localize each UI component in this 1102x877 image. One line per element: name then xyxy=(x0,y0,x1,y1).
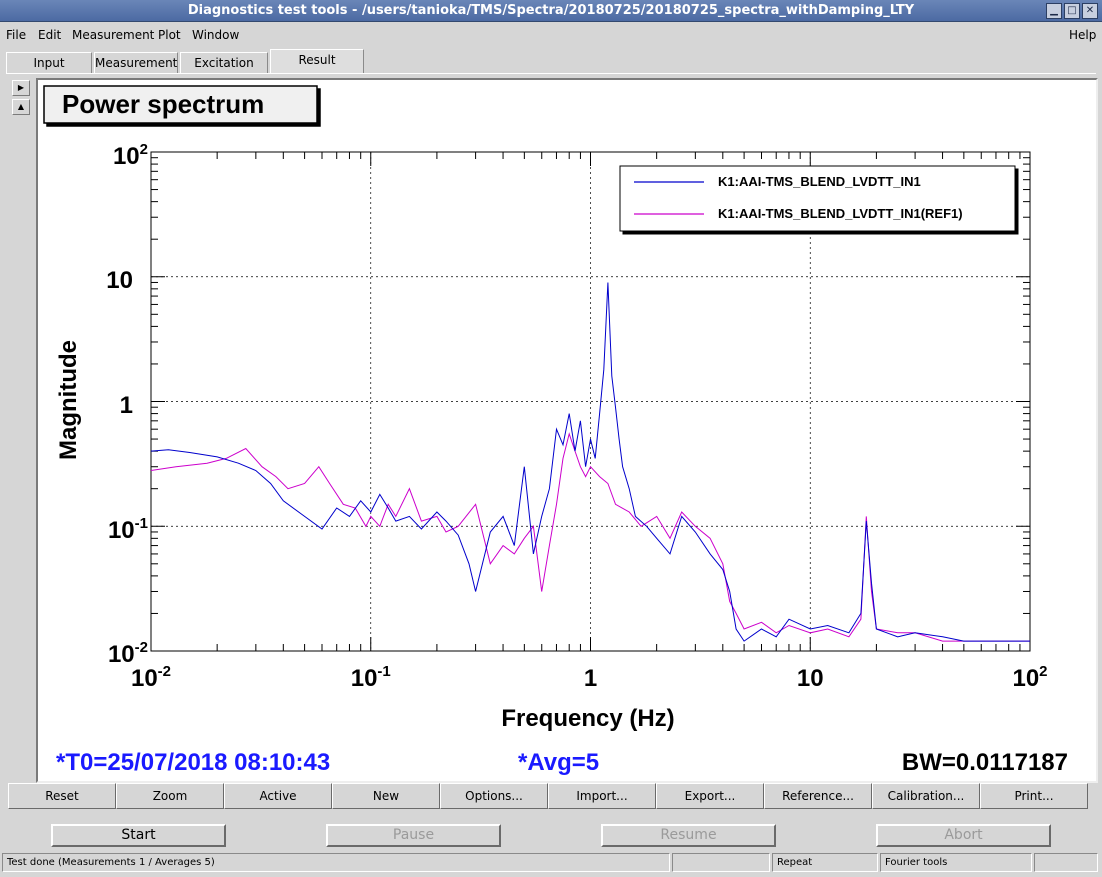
plot-toolbar: Reset Zoom Active New Options... Import.… xyxy=(8,783,1090,809)
menu-edit[interactable]: Edit xyxy=(38,28,61,42)
legend-label-lvdtt: K1:AAI-TMS_BLEND_LVDTT_IN1 xyxy=(718,174,921,189)
power-spectrum-plot: Power spectrum 10-2 10-1 1 10 102 102 10… xyxy=(43,85,1068,776)
tab-measurement[interactable]: Measurement xyxy=(94,52,178,73)
calibration-button[interactable]: Calibration... xyxy=(872,783,980,809)
menu-plot-label: Plot xyxy=(158,28,181,42)
menu-help[interactable]: Help xyxy=(1069,28,1096,42)
plot-canvas[interactable]: Power spectrum 10-2 10-1 1 10 102 102 10… xyxy=(36,78,1098,783)
y-tick-label: 1 xyxy=(120,392,133,419)
tab-divider xyxy=(6,73,1096,74)
run-controls: Start Pause Resume Abort xyxy=(0,822,1102,850)
close-icon[interactable]: ✕ xyxy=(1082,3,1098,19)
import-button[interactable]: Import... xyxy=(548,783,656,809)
x-tick-label: 10 xyxy=(797,665,824,692)
tab-excitation[interactable]: Excitation xyxy=(180,52,268,73)
export-button[interactable]: Export... xyxy=(656,783,764,809)
menu-measurement-label: Measurement xyxy=(72,28,155,42)
menu-file[interactable]: File xyxy=(6,28,26,42)
x-tick-label: 1 xyxy=(584,665,597,692)
reference-button[interactable]: Reference... xyxy=(764,783,872,809)
pause-button[interactable]: Pause xyxy=(326,824,501,847)
resume-button[interactable]: Resume xyxy=(601,824,776,847)
x-tick-labels: 10-2 10-1 1 10 102 xyxy=(131,663,1048,692)
zoom-button[interactable]: Zoom xyxy=(116,783,224,809)
menu-help-label: Help xyxy=(1069,28,1097,42)
menu-window[interactable]: Window xyxy=(192,28,239,42)
x-tick-label: 102 xyxy=(1012,663,1047,692)
menu-file-label: File xyxy=(6,28,27,42)
menu-plot[interactable]: Plot xyxy=(158,28,181,42)
expand-right-icon[interactable]: ▶ xyxy=(12,80,30,96)
status-repeat: Repeat xyxy=(772,853,878,872)
status-bar: Test done (Measurements 1 / Averages 5) … xyxy=(0,853,1102,877)
menu-bar: File Edit Measurement Plot Window Help xyxy=(0,24,1102,46)
maximize-icon[interactable]: □ xyxy=(1064,3,1080,19)
window-titlebar: Diagnostics test tools - /users/tanioka/… xyxy=(0,0,1102,22)
print-button[interactable]: Print... xyxy=(980,783,1088,809)
status-field-empty xyxy=(672,853,770,872)
status-field-last xyxy=(1034,853,1098,872)
plot-title-box[interactable]: Power spectrum xyxy=(43,85,318,124)
plot-title: Power spectrum xyxy=(62,89,264,119)
window-title: Diagnostics test tools - /users/tanioka/… xyxy=(187,3,915,18)
status-fourier-tools: Fourier tools xyxy=(880,853,1032,872)
x-tick-label: 10-1 xyxy=(351,663,391,692)
new-button[interactable]: New xyxy=(332,783,440,809)
menu-measurement[interactable]: Measurement xyxy=(72,28,154,42)
options-button[interactable]: Options... xyxy=(440,783,548,809)
active-button[interactable]: Active xyxy=(224,783,332,809)
y-tick-label: 10 xyxy=(106,267,133,294)
abort-button[interactable]: Abort xyxy=(876,824,1051,847)
y-tick-label: 10-1 xyxy=(108,515,148,544)
y-axis-label: Magnitude xyxy=(55,340,82,460)
minimize-icon[interactable]: ▁ xyxy=(1046,3,1062,19)
avg-info: *Avg=5 xyxy=(518,749,599,776)
x-axis-label: Frequency (Hz) xyxy=(501,705,674,732)
y-tick-labels: 102 10 1 10-1 10-2 xyxy=(106,141,148,668)
tab-input[interactable]: Input xyxy=(6,52,92,73)
tab-result[interactable]: Result xyxy=(270,49,364,73)
y-tick-label: 10-2 xyxy=(108,639,148,668)
status-message: Test done (Measurements 1 / Averages 5) xyxy=(2,853,670,872)
reset-button[interactable]: Reset xyxy=(8,783,116,809)
collapse-up-icon[interactable]: ▲ xyxy=(12,99,30,115)
legend[interactable]: K1:AAI-TMS_BLEND_LVDTT_IN1 K1:AAI-TMS_BL… xyxy=(619,165,1016,232)
legend-label-ref1: K1:AAI-TMS_BLEND_LVDTT_IN1(REF1) xyxy=(718,206,963,221)
t0-info: *T0=25/07/2018 08:10:43 xyxy=(56,749,330,776)
x-tick-label: 10-2 xyxy=(131,663,171,692)
start-button[interactable]: Start xyxy=(51,824,226,847)
menu-edit-label: Edit xyxy=(38,28,62,42)
y-tick-label: 102 xyxy=(113,141,148,170)
menu-window-label: Window xyxy=(192,28,240,42)
bandwidth-info: BW=0.0117187 xyxy=(902,749,1068,776)
